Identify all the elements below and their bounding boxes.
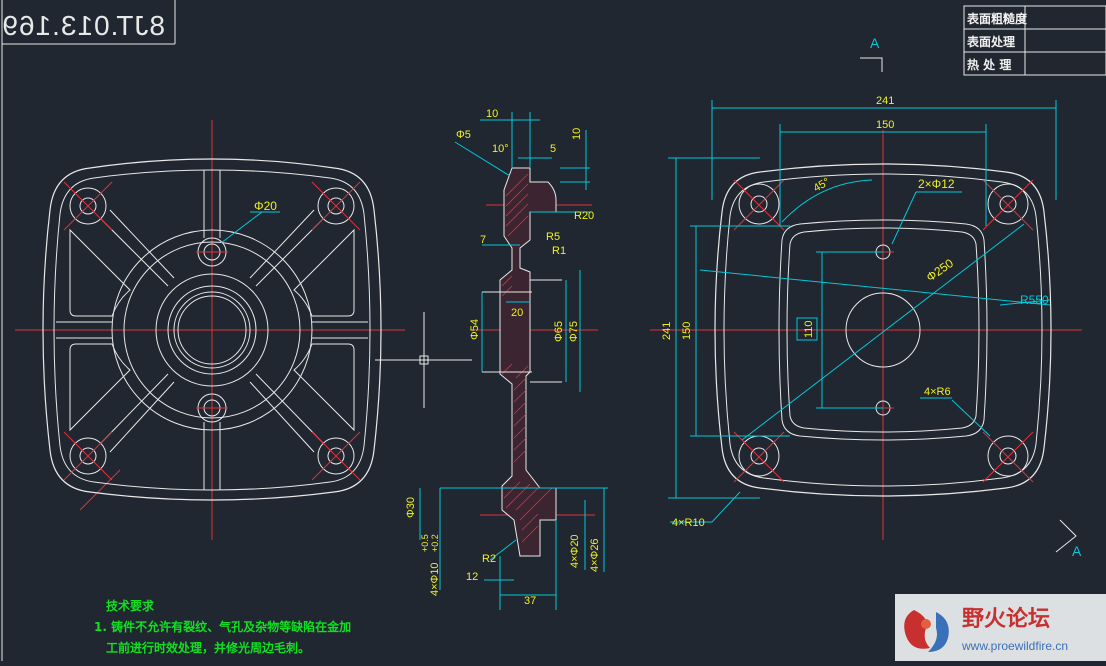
side-dim-5: 5 (550, 143, 556, 155)
side-dim-37: 37 (524, 595, 536, 607)
title-row-surface: 表面处理 (966, 34, 1015, 49)
drawing-svg: 8JT.013.1691M 表面粗糙度 表面处理 热 处 理 (0, 0, 1106, 661)
watermark-url: www.proewildfire.cn (961, 639, 1068, 653)
tech-notes-line1: 1. 铸件不允许有裂纹、气孔及杂物等缺陷在金加 (94, 619, 351, 634)
right-dim-110: 110 (803, 320, 815, 338)
right-dim-150-left: 150 (681, 322, 693, 340)
watermark-name: 野火论坛 (962, 606, 1050, 632)
side-dim-10-top: 10 (486, 108, 498, 120)
right-dim-labels: 241 150 241 150 45° 2×Φ12 Φ250 R550 110 … (661, 95, 1049, 529)
right-dim-150-top: 150 (876, 119, 894, 131)
side-dim-phi5: Φ5 (456, 129, 471, 141)
title-row-roughness: 表面粗糙度 (966, 11, 1028, 26)
right-dim-holes: 2×Φ12 (918, 177, 955, 191)
side-dim-tol-upper: +0.5 (420, 534, 430, 552)
side-dim-r2: R2 (482, 553, 496, 565)
title-row-heat: 热 处 理 (967, 57, 1011, 72)
side-dim-phi65: Φ65 (553, 321, 565, 342)
section-label-bottom: A (1072, 543, 1082, 559)
watermark: 野火论坛 www.proewildfire.cn (895, 594, 1106, 661)
section-marker-bottom: A (1055, 519, 1082, 559)
drawing-number-box: 8JT.013.1691M (0, 10, 165, 41)
cad-drawing-canvas[interactable]: 8JT.013.1691M 表面粗糙度 表面处理 热 处 理 (0, 0, 1106, 661)
section-label-top: A (870, 35, 880, 51)
side-dim-4phi20: 4×Φ20 (569, 534, 581, 568)
side-dim-bolt-holes: 4×Φ10 (429, 562, 441, 596)
tech-notes-heading: 技术要求 (106, 598, 155, 613)
side-dim-r1: R1 (552, 245, 566, 257)
side-dim-7: 7 (480, 234, 486, 246)
right-dim-4r10: 4×R10 (672, 517, 705, 529)
tech-notes-line2: 工前进行时效处理，并修光周边毛刺。 (106, 640, 310, 655)
side-dim-phi54: Φ54 (469, 319, 481, 340)
right-view: 241 150 241 150 45° 2×Φ12 Φ250 R550 110 … (650, 95, 1082, 540)
side-dim-phi75: Φ75 (568, 321, 580, 342)
side-dim-angle: 10° (492, 143, 509, 155)
drawing-number: 8JT.013.1691M (0, 10, 165, 41)
right-dim-4r6: 4×R6 (924, 386, 951, 398)
title-block: 表面粗糙度 表面处理 热 处 理 (963, 5, 1106, 76)
left-view: Φ20 (15, 120, 405, 540)
side-dim-tol-lower: +0.2 (430, 534, 440, 552)
right-dim-r550: R550 (1020, 293, 1049, 307)
side-dim-12: 12 (466, 571, 478, 583)
side-dim-10-right: 10 (571, 128, 583, 140)
side-dim-r5: R5 (546, 231, 560, 243)
side-dim-r20: R20 (574, 210, 594, 222)
crosshair-cursor[interactable] (375, 312, 472, 408)
right-dim-241-top: 241 (876, 95, 894, 107)
right-dim-241-left: 241 (661, 322, 673, 340)
right-dim-angle: 45° (812, 176, 832, 195)
side-dim-4phi26: 4×Φ26 (589, 538, 601, 572)
side-dim-20: 20 (511, 307, 523, 319)
tech-notes: 技术要求 1. 铸件不允许有裂纹、气孔及杂物等缺陷在金加 工前进行时效处理，并修… (94, 598, 351, 655)
side-view: 10 10 Φ5 10° 5 R20 R5 R1 7 Φ54 20 Φ65 Φ7… (405, 108, 608, 610)
section-marker-top: A (860, 35, 883, 72)
side-dim-phi30: Φ30 (405, 497, 417, 518)
left-hole-dia-label: Φ20 (254, 199, 277, 213)
